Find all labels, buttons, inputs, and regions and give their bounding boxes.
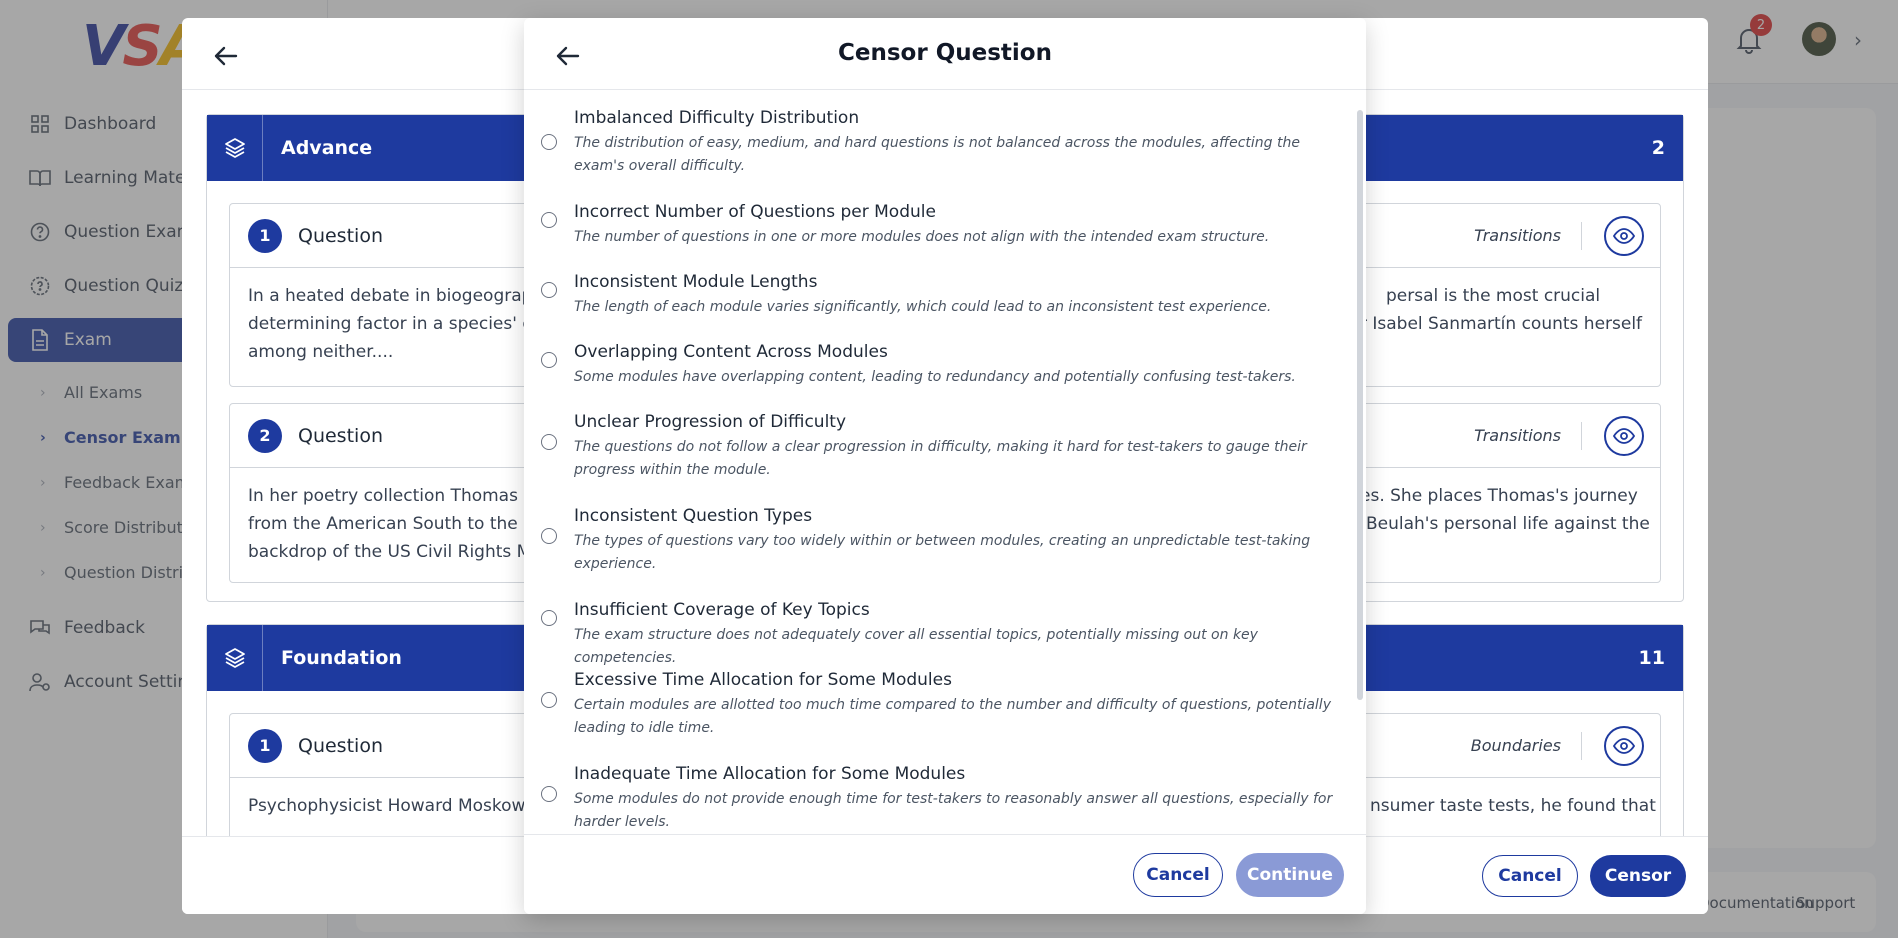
modal-header: Censor Question xyxy=(524,18,1366,90)
reason-option[interactable]: Inadequate Time Allocation for Some Modu… xyxy=(524,764,1354,840)
question-text: Psychophysicist Howard Moskowi xyxy=(248,796,531,816)
modal-footer: Cancel Continue xyxy=(524,834,1366,914)
reason-description: The exam structure does not adequately c… xyxy=(574,627,1258,666)
reason-option[interactable]: Insufficient Coverage of Key Topics The … xyxy=(524,600,1354,666)
reason-option[interactable]: Inconsistent Module Lengths The length o… xyxy=(524,272,1354,322)
censor-question-modal: Censor Question Imbalanced Difficulty Di… xyxy=(524,18,1366,914)
reason-description: The distribution of easy, medium, and ha… xyxy=(574,135,1300,174)
question-text: In a heated debate in biogeograph xyxy=(248,286,544,306)
reason-description: Certain modules are allotted too much ti… xyxy=(574,697,1331,736)
reason-title: Incorrect Number of Questions per Module xyxy=(574,202,936,222)
reason-description: Some modules do not provide enough time … xyxy=(574,791,1333,830)
reason-title: Overlapping Content Across Modules xyxy=(574,342,888,362)
radio-button[interactable] xyxy=(541,134,557,150)
reason-description: The questions do not follow a clear prog… xyxy=(574,439,1307,478)
reason-option[interactable]: Unclear Progression of Difficulty The qu… xyxy=(524,412,1354,488)
radio-button[interactable] xyxy=(541,212,557,228)
continue-button[interactable]: Continue xyxy=(1236,853,1344,897)
question-text: persal is the most crucial xyxy=(1386,286,1601,306)
cancel-button[interactable]: Cancel xyxy=(1482,855,1578,897)
reason-title: Imbalanced Difficulty Distribution xyxy=(574,108,860,128)
reason-title: Inadequate Time Allocation for Some Modu… xyxy=(574,764,966,784)
question-label: Question xyxy=(298,734,383,757)
cancel-button[interactable]: Cancel xyxy=(1133,853,1223,897)
modal-title: Censor Question xyxy=(838,40,1052,66)
question-text: nsumer taste tests, he found that xyxy=(1370,796,1656,816)
module-question-count: 2 xyxy=(1651,137,1665,159)
back-arrow-icon[interactable] xyxy=(212,42,240,70)
question-text: In her poetry collection Thomas ar xyxy=(248,486,541,506)
question-text: backdrop of the US Civil Rights Mo xyxy=(248,542,542,562)
question-text: Beulah's personal life against the xyxy=(1366,514,1650,534)
radio-button[interactable] xyxy=(541,786,557,802)
module-question-count: 11 xyxy=(1638,647,1665,669)
question-tag: Transitions xyxy=(1474,221,1582,250)
question-tag: Boundaries xyxy=(1471,731,1582,760)
layers-icon xyxy=(207,115,263,181)
question-number: 1 xyxy=(248,728,282,763)
question-text: es. She places Thomas's journey xyxy=(1360,486,1638,506)
radio-button[interactable] xyxy=(541,692,557,708)
reason-option[interactable]: Incorrect Number of Questions per Module… xyxy=(524,202,1354,252)
module-title: Foundation xyxy=(281,647,402,669)
reason-description: The number of questions in one or more m… xyxy=(574,229,1270,245)
view-eye-icon[interactable] xyxy=(1604,725,1644,766)
radio-button[interactable] xyxy=(541,352,557,368)
reason-title: Inconsistent Module Lengths xyxy=(574,272,818,292)
reason-description: Some modules have overlapping content, l… xyxy=(574,369,1296,385)
view-eye-icon[interactable] xyxy=(1604,415,1644,456)
reason-option[interactable]: Inconsistent Question Types The types of… xyxy=(524,506,1354,582)
censor-reason-list: Imbalanced Difficulty Distribution The d… xyxy=(524,90,1366,850)
radio-button[interactable] xyxy=(541,528,557,544)
scrollbar-thumb[interactable] xyxy=(1357,110,1363,700)
reason-title: Unclear Progression of Difficulty xyxy=(574,412,847,432)
radio-button[interactable] xyxy=(541,610,557,626)
radio-button[interactable] xyxy=(541,434,557,450)
question-text: r Isabel Sanmartín counts herself xyxy=(1360,314,1643,334)
reason-title: Insufficient Coverage of Key Topics xyxy=(574,600,870,620)
reason-option[interactable]: Excessive Time Allocation for Some Modul… xyxy=(524,670,1354,746)
question-text: determining factor in a species' di xyxy=(248,314,538,334)
reason-description: The types of questions vary too widely w… xyxy=(574,533,1311,572)
module-title: Advance xyxy=(281,137,373,159)
reason-title: Inconsistent Question Types xyxy=(574,506,813,526)
censor-button[interactable]: Censor xyxy=(1590,855,1686,897)
radio-button[interactable] xyxy=(541,282,557,298)
question-text: among neither.... xyxy=(248,342,394,362)
view-eye-icon[interactable] xyxy=(1604,215,1644,256)
question-label: Question xyxy=(298,224,383,247)
question-number: 1 xyxy=(248,218,282,253)
reason-title: Excessive Time Allocation for Some Modul… xyxy=(574,670,952,690)
question-label: Question xyxy=(298,424,383,447)
reason-option[interactable]: Imbalanced Difficulty Distribution The d… xyxy=(524,108,1354,188)
reason-option[interactable]: Overlapping Content Across Modules Some … xyxy=(524,342,1354,392)
question-text: from the American South to the M xyxy=(248,514,538,534)
question-tag: Transitions xyxy=(1474,421,1582,450)
question-number: 2 xyxy=(248,418,282,453)
reason-description: The length of each module varies signifi… xyxy=(574,299,1272,315)
layers-icon xyxy=(207,625,263,691)
